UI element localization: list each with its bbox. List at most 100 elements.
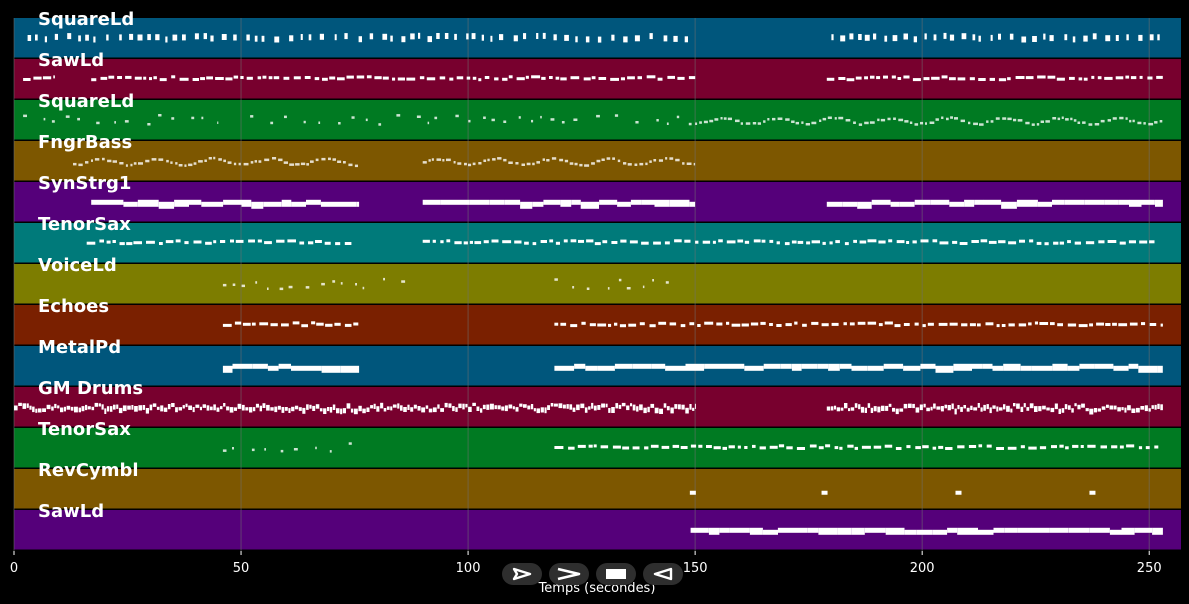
note — [611, 407, 615, 413]
note — [258, 160, 262, 163]
note — [241, 199, 252, 207]
note — [831, 34, 834, 41]
note — [422, 161, 427, 164]
note — [267, 365, 279, 371]
note — [727, 117, 732, 121]
note — [909, 121, 913, 124]
note — [436, 33, 440, 39]
note — [119, 242, 125, 246]
note — [466, 76, 471, 80]
note — [1045, 120, 1050, 123]
forward-button[interactable] — [549, 563, 589, 585]
stop-button[interactable] — [596, 563, 636, 585]
note — [588, 406, 591, 410]
note — [1100, 445, 1107, 449]
note — [843, 322, 847, 326]
tick-label: 250 — [1137, 561, 1162, 576]
note — [464, 162, 467, 166]
note — [1078, 77, 1083, 81]
note — [492, 158, 496, 161]
note — [188, 163, 193, 167]
note — [248, 239, 255, 243]
note — [627, 163, 632, 166]
note — [549, 76, 553, 79]
note — [1129, 199, 1142, 207]
note — [390, 406, 393, 411]
note — [791, 363, 802, 371]
note — [446, 239, 451, 243]
note — [908, 403, 912, 408]
note — [494, 405, 497, 410]
note — [693, 162, 696, 166]
note — [713, 446, 721, 450]
note — [610, 77, 619, 81]
note — [118, 407, 123, 414]
note — [255, 403, 259, 408]
note — [1031, 123, 1035, 126]
note — [1021, 36, 1027, 43]
note — [54, 33, 58, 40]
note — [397, 77, 405, 81]
note — [243, 162, 249, 166]
note — [1131, 408, 1136, 413]
note — [581, 321, 586, 325]
note — [158, 114, 162, 117]
note — [885, 527, 905, 535]
note — [574, 162, 578, 166]
note — [160, 405, 164, 412]
play-button[interactable] — [502, 563, 542, 585]
note — [598, 77, 607, 80]
note — [171, 75, 176, 79]
note — [241, 404, 245, 411]
note — [596, 159, 601, 163]
note — [1094, 123, 1100, 126]
note — [898, 118, 904, 122]
note — [954, 408, 957, 415]
note — [159, 242, 163, 245]
note — [572, 407, 576, 412]
note — [149, 77, 152, 81]
note — [729, 527, 750, 533]
note — [153, 76, 157, 80]
note — [1002, 117, 1007, 120]
note — [767, 118, 770, 121]
note — [555, 241, 560, 245]
note — [1144, 405, 1148, 412]
note — [304, 365, 322, 371]
note — [998, 78, 1007, 82]
note — [222, 365, 233, 373]
note — [933, 34, 937, 41]
note — [1009, 33, 1014, 40]
note — [51, 406, 54, 411]
note — [977, 403, 980, 408]
note — [96, 121, 100, 125]
note — [383, 277, 385, 281]
note — [254, 160, 257, 163]
note — [741, 323, 749, 327]
note — [644, 446, 649, 450]
note — [845, 119, 851, 122]
note — [165, 36, 168, 43]
note — [949, 77, 956, 81]
note — [851, 365, 868, 371]
note — [78, 163, 83, 167]
rewind-button[interactable] — [643, 563, 683, 585]
note — [288, 408, 291, 413]
note — [57, 405, 60, 409]
note — [1130, 76, 1137, 80]
note — [1071, 408, 1074, 413]
note — [386, 406, 390, 410]
note — [605, 403, 608, 408]
note — [440, 240, 444, 244]
note — [122, 405, 127, 412]
note — [892, 35, 898, 42]
note — [752, 122, 757, 125]
note — [761, 239, 766, 243]
note — [1097, 76, 1102, 80]
note — [585, 365, 598, 371]
note — [737, 445, 741, 449]
note — [996, 324, 1000, 328]
note — [131, 405, 134, 410]
note — [440, 408, 444, 412]
note — [1046, 407, 1050, 411]
